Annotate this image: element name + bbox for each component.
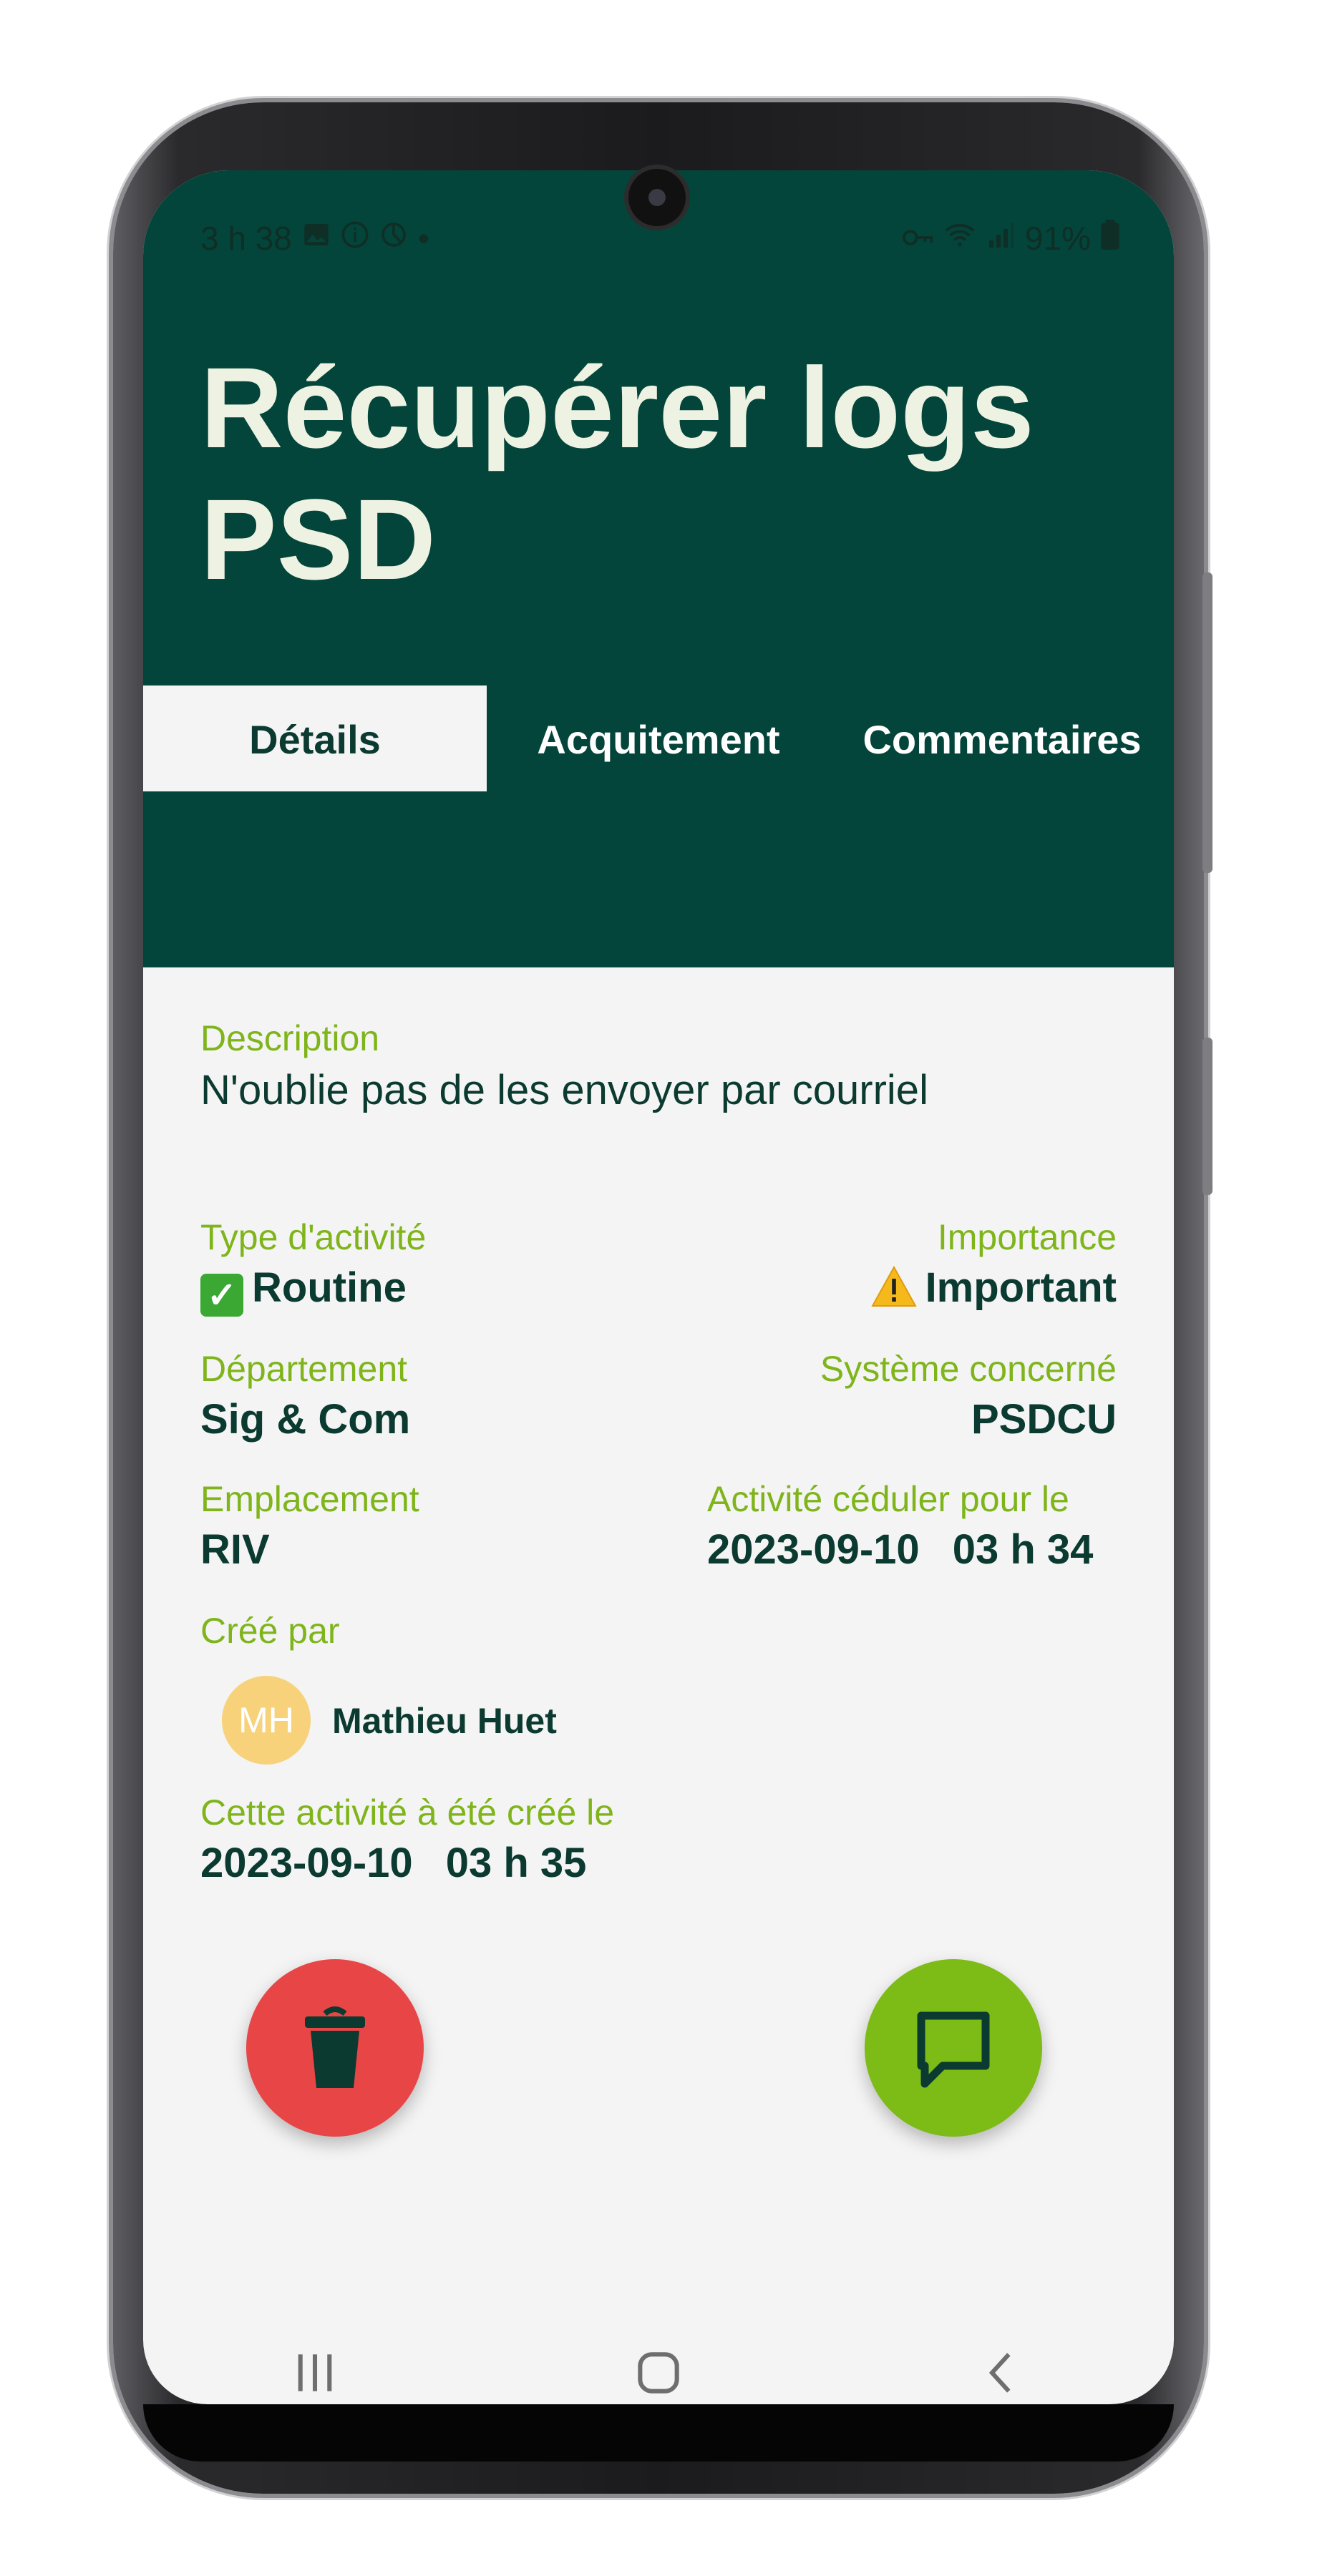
sync-icon [379,220,408,256]
importance-field: Importance Important [870,1216,1117,1317]
tab-bar: Détails Acquitement Commentaires [143,686,1174,799]
tab-details[interactable]: Détails [143,686,487,796]
scheduled-date: 2023-09-10 [707,1526,920,1573]
avatar: MH [222,1676,311,1765]
info-icon [341,220,369,256]
type-value: Routine [252,1264,407,1311]
system-field: Système concerné PSDCU [820,1348,1117,1443]
tab-comments[interactable]: Commentaires [830,686,1174,793]
system-label: Système concerné [820,1349,1117,1389]
vpn-key-icon [902,221,933,255]
battery-percent: 91% [1024,220,1091,257]
created-date: 2023-09-10 [200,1840,413,1886]
add-comment-button[interactable] [865,1959,1042,2137]
description-field: Description N'oublie pas de les envoyer … [200,1018,928,1114]
created-on-label: Cette activité à été créé le [200,1792,615,1833]
clock: 3 h 38 [200,220,292,257]
importance-value: Important [925,1264,1117,1311]
importance-value-row: Important [870,1264,1117,1317]
warning-icon [870,1265,917,1317]
created-by-field: Créé par [200,1610,340,1652]
checkmark-icon: ✓ [200,1274,243,1317]
power-button [1202,1038,1212,1195]
app-header: 3 h 38 • 91% Récupérer logs PSD Détails … [143,170,1174,967]
scheduled-label: Activité céduler pour le [707,1479,1069,1519]
scheduled-time: 03 h 34 [952,1526,1094,1573]
volume-button [1202,572,1212,873]
description-label: Description [200,1018,380,1058]
system-nav-bar [143,2317,1174,2404]
department-value: Sig & Com [200,1396,411,1443]
trash-icon [305,2006,365,2088]
front-camera [628,169,686,226]
created-by-label: Créé par [200,1611,340,1651]
system-value: PSDCU [971,1396,1117,1443]
scheduled-value: 2023-09-10 03 h 34 [707,1526,1093,1574]
type-field: Type d'activité ✓ Routine [200,1216,426,1317]
dot-icon: • [417,220,430,257]
importance-label: Importance [937,1217,1117,1257]
comment-icon [917,2011,990,2088]
location-field: Emplacement RIV [200,1478,419,1574]
location-value: RIV [200,1526,270,1573]
scheduled-field: Activité céduler pour le 2023-09-10 03 h … [707,1478,1093,1574]
department-label: Département [200,1349,408,1389]
description-value: N'oublie pas de les envoyer par courriel [200,1067,928,1113]
created-time: 03 h 35 [445,1840,587,1886]
signal-icon [986,220,1015,256]
tab-acknowledgement[interactable]: Acquitement [487,686,830,793]
wifi-icon [943,220,976,256]
created-on-value: 2023-09-10 03 h 35 [200,1839,614,1887]
department-field: Département Sig & Com [200,1348,410,1443]
location-label: Emplacement [200,1479,419,1519]
back-icon[interactable] [977,2348,1027,2401]
recent-apps-icon[interactable] [290,2348,340,2401]
screen-bezel-bottom [143,2404,1174,2462]
type-value-row: ✓ Routine [200,1264,426,1317]
battery-icon [1101,220,1119,257]
type-label: Type d'activité [200,1217,427,1257]
page-title: Récupérer logs PSD [200,343,1034,603]
creator-name: Mathieu Huet [332,1701,557,1741]
home-icon[interactable] [633,2348,684,2401]
delete-button[interactable] [246,1959,424,2137]
image-icon [302,220,331,256]
created-on-field: Cette activité à été créé le 2023-09-10 0… [200,1792,614,1887]
screen: 3 h 38 • 91% Récupérer logs PSD Détails … [143,170,1174,2404]
